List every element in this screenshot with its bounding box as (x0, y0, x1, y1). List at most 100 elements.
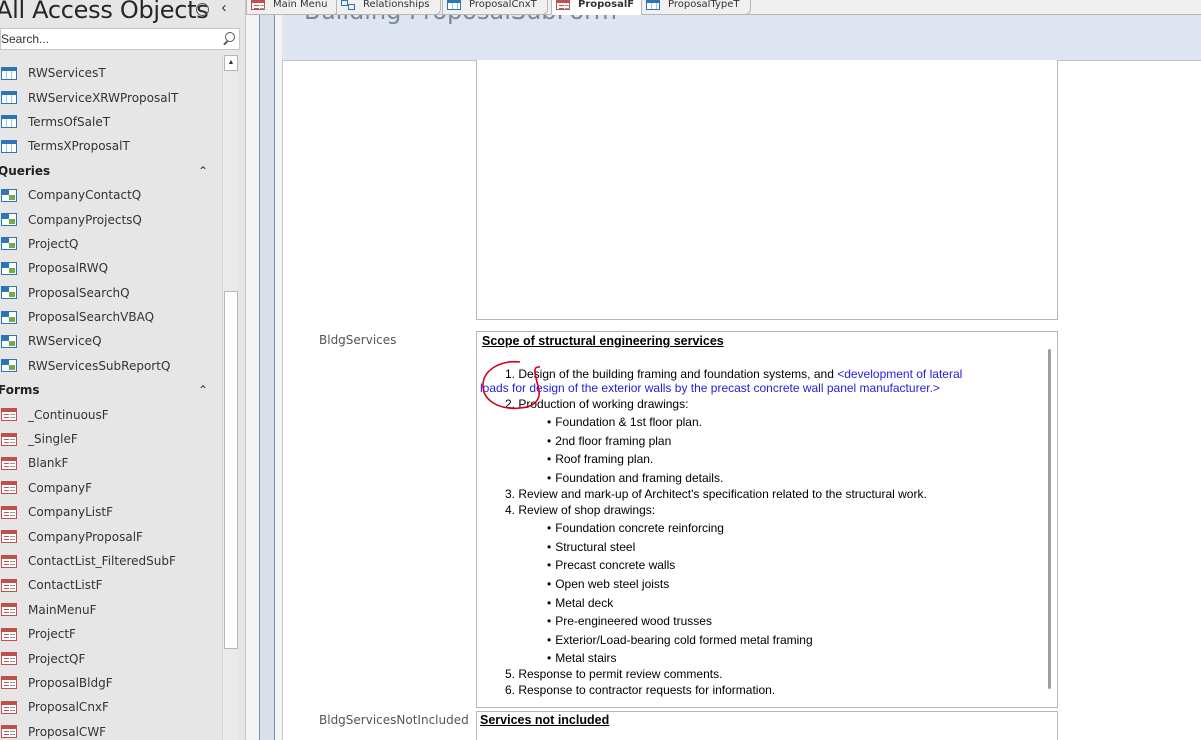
nav-form-item[interactable]: ProposalCnxF (0, 695, 222, 719)
nav-query-item[interactable]: CompanyProjectsQ (0, 207, 222, 231)
services-bullet: Exterior/Load-bearing cold formed metal … (547, 633, 812, 647)
nav-table-item[interactable]: TermsXProposalT (0, 134, 222, 158)
form-icon (1, 432, 17, 446)
nav-query-item[interactable]: ProposalSearchVBAQ (0, 305, 222, 329)
nav-search-input[interactable] (1, 29, 219, 49)
nav-form-item[interactable]: CompanyListF (0, 500, 222, 524)
form-icon (1, 408, 17, 422)
record-selector[interactable] (259, 15, 275, 740)
tab-main-menu[interactable]: Main Menu (246, 0, 339, 15)
bldg-services-rich-textbox[interactable]: Scope of structural engineering services… (476, 331, 1058, 708)
form-icon (1, 652, 17, 666)
form-icon (1, 505, 17, 519)
query-icon (1, 359, 17, 373)
nav-item-label: MainMenuF (28, 602, 97, 617)
nav-item-label: CompanyF (28, 480, 92, 495)
nav-table-item[interactable]: RWServiceXRWProposalT (0, 85, 222, 109)
form-detail-section: BldgServices Scope of structural enginee… (282, 60, 1201, 740)
nav-form-item[interactable]: _SingleF (0, 427, 222, 451)
nav-item-label: ProposalRWQ (28, 261, 109, 276)
nav-form-item[interactable]: ContactList_FilteredSubF (0, 549, 222, 573)
form-icon (1, 530, 17, 544)
nav-query-item[interactable]: RWServicesSubReportQ (0, 354, 222, 378)
form-icon (1, 481, 17, 495)
nav-shutter-close-button[interactable]: ‹ (216, 0, 232, 18)
form-icon (1, 554, 17, 568)
nav-item-label: BlankF (28, 456, 69, 471)
services-item-5: 5. Response to permit review comments. (505, 667, 723, 681)
nav-item-label: _ContinuousF (28, 407, 109, 422)
nav-scrollbar[interactable]: ▲ (222, 54, 238, 740)
nav-form-item[interactable]: BlankF (0, 451, 222, 475)
previous-field-textbox[interactable] (476, 60, 1058, 320)
tab-proposalf[interactable]: ProposalF (551, 0, 646, 15)
nav-query-item[interactable]: ProposalRWQ (0, 256, 222, 280)
nav-form-item[interactable]: ProposalBldgF (0, 671, 222, 695)
nav-group-label: Forms (0, 383, 40, 398)
nav-item-label: ProposalBldgF (28, 675, 113, 690)
nav-form-item[interactable]: ProjectF (0, 622, 222, 646)
nav-scrollbar-thumb[interactable] (224, 291, 238, 649)
nav-form-item[interactable]: ProposalCWF (0, 720, 222, 740)
query-icon (1, 188, 17, 202)
query-icon (1, 237, 17, 251)
chevron-down-circle-icon: ⌄ (195, 2, 209, 16)
services-highlighted-text: <development of lateral (837, 367, 963, 381)
services-scrollbar[interactable] (1048, 349, 1051, 689)
nav-query-item[interactable]: RWServiceQ (0, 329, 222, 353)
services-item-1-continued: loads for design of the exterior walls b… (480, 381, 940, 395)
nav-item-label: ContactListF (28, 578, 103, 593)
services-bullet: Structural steel (547, 540, 635, 554)
relationships-icon (341, 0, 355, 10)
tab-label: ProposalTypeT (668, 0, 740, 10)
services-text: 1. Design of the building framing and fo… (505, 367, 838, 381)
services-bullet: Foundation & 1st floor plan. (547, 415, 702, 429)
nav-table-item[interactable]: TermsOfSaleT (0, 110, 222, 134)
nav-group-queries[interactable]: Queries ⌃ (0, 159, 222, 183)
search-icon[interactable] (219, 29, 239, 49)
nav-query-item[interactable]: ProjectQ (0, 232, 222, 256)
form-icon (1, 725, 17, 739)
nav-item-label: ProjectQ (28, 236, 79, 251)
form-icon (1, 578, 17, 592)
nav-item-label: CompanyProjectsQ (28, 212, 142, 227)
bldg-services-label: BldgServices (319, 333, 397, 347)
nav-filter-button[interactable]: ⌄ (193, 0, 211, 18)
tab-proposaltypet[interactable]: ProposalTypeT (641, 0, 751, 15)
services-bullet: Open web steel joists (547, 577, 669, 591)
nav-item-label: ProjectQF (28, 651, 86, 666)
nav-item-label: TermsOfSaleT (28, 114, 111, 129)
nav-form-item[interactable]: _ContinuousF (0, 402, 222, 426)
document-tab-bar: Main Menu Relationships ProposalCnxT Pro… (246, 0, 1201, 15)
nav-query-item[interactable]: CompanyContactQ (0, 183, 222, 207)
tab-label: Main Menu (273, 0, 328, 10)
services-bullet: 2nd floor framing plan (547, 434, 671, 448)
services-bullet: Metal deck (547, 596, 613, 610)
tab-relationships[interactable]: Relationships (336, 0, 441, 15)
services-item-2: 2. Production of working drawings: (505, 397, 689, 411)
table-icon (646, 0, 660, 10)
nav-table-item[interactable]: RWServicesT (0, 61, 222, 85)
nav-form-item[interactable]: CompanyF (0, 476, 222, 500)
form-view: Building ProposalSubForm BldgServices Sc… (246, 15, 1201, 740)
scroll-up-arrow-icon[interactable]: ▲ (224, 55, 238, 71)
nav-form-item[interactable]: ContactListF (0, 573, 222, 597)
nav-query-item[interactable]: ProposalSearchQ (0, 281, 222, 305)
bldg-services-not-included-textbox[interactable]: Services not included (476, 711, 1058, 740)
nav-item-label: RWServiceQ (28, 334, 102, 349)
nav-form-item[interactable]: MainMenuF (0, 598, 222, 622)
nav-item-label: ProjectF (28, 627, 76, 642)
query-icon (1, 310, 17, 324)
nav-item-label: _SingleF (28, 432, 78, 447)
nav-form-item[interactable]: CompanyProposalF (0, 524, 222, 548)
tab-proposalcnxt[interactable]: ProposalCnxT (442, 0, 548, 15)
subform-title: Building ProposalSubForm (304, 15, 617, 25)
nav-group-label: Queries (0, 163, 51, 178)
chevron-up-icon: ⌃ (197, 163, 208, 178)
nav-pane-title[interactable]: All Access Objects (0, 0, 209, 24)
nav-form-item[interactable]: ProjectQF (0, 646, 222, 670)
nav-item-label: RWServiceXRWProposalT (28, 90, 179, 105)
nav-item-label: CompanyContactQ (28, 188, 142, 203)
services-bullet: Roof framing plan. (547, 452, 653, 466)
nav-group-forms[interactable]: Forms ⌃ (0, 378, 222, 402)
